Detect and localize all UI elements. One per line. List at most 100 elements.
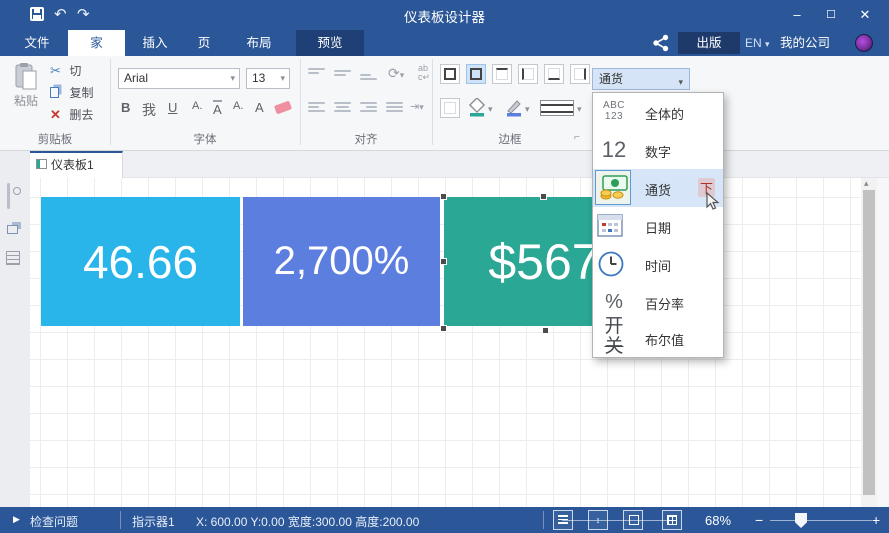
option-label: 布尔值 (645, 330, 684, 349)
indicator-tile-2[interactable]: 2,700% (243, 197, 440, 326)
play-check-icon[interactable]: ▶ (13, 514, 20, 525)
zoom-slider-thumb[interactable] (795, 513, 807, 528)
avatar[interactable] (855, 34, 873, 52)
panel-handle-icon[interactable] (7, 183, 10, 209)
clear-format-eraser-icon[interactable] (274, 101, 292, 115)
publish-button[interactable]: 出版 (678, 32, 740, 54)
dashboard-tab[interactable]: 仪表板1 (27, 151, 123, 178)
close-button[interactable]: ✕ (854, 5, 876, 25)
border-color-button[interactable] (505, 98, 523, 118)
abc123-icon: ABC123 (597, 96, 631, 128)
selection-handle[interactable] (540, 193, 547, 200)
tab-preview[interactable]: 预览 (296, 30, 364, 56)
format-option-time[interactable]: 时间 (593, 245, 723, 283)
chevron-down-icon[interactable]: ▾ (525, 104, 530, 115)
format-option-boolean[interactable]: 开关 布尔值 (593, 321, 723, 355)
bold-button[interactable]: B (121, 100, 130, 115)
chevron-down-icon[interactable]: ▾ (488, 104, 493, 115)
paste-button[interactable]: 粘贴 (6, 60, 46, 124)
vertical-scrollbar[interactable]: ▴ (861, 178, 877, 507)
tab-file[interactable]: 文件 (14, 30, 60, 56)
calendar-icon (597, 213, 631, 245)
pen-icon (505, 98, 523, 118)
tab-layout[interactable]: 布局 (236, 30, 282, 56)
format-option-number[interactable]: 12 数字 (593, 131, 723, 169)
check-issues-label[interactable]: 检查问题 (30, 513, 78, 530)
scroll-up-icon[interactable]: ▴ (864, 178, 869, 189)
view-fit-page-button[interactable] (623, 510, 643, 530)
cut-button[interactable]: ✂ 切 (50, 62, 81, 80)
borders-group-label: 边框 (460, 131, 560, 147)
align-bottom-icon[interactable] (360, 74, 377, 86)
option-label: 日期 (645, 218, 671, 237)
tab-home[interactable]: 家 (68, 30, 125, 56)
paint-bucket-icon (468, 98, 486, 118)
tree-list-icon[interactable] (6, 251, 20, 265)
border-bottom-button[interactable] (544, 64, 564, 84)
view-mode-list-button[interactable] (553, 510, 573, 530)
tab-insert[interactable]: 插入 (132, 30, 178, 56)
maximize-button[interactable]: ☐ (820, 5, 842, 25)
selection-handle[interactable] (542, 327, 549, 334)
align-center-icon[interactable] (334, 102, 351, 114)
border-right-button[interactable] (570, 64, 590, 84)
border-style-button[interactable] (540, 100, 574, 116)
copy-button[interactable]: 复制 (50, 84, 93, 102)
delete-button[interactable]: ✕ 删去 (50, 106, 93, 124)
ribbon: 粘贴 ✂ 切 复制 ✕ 删去 剪贴板 Arial ▾ 13 ▾ B 我 U A.… (0, 56, 889, 151)
font-family-select[interactable]: Arial ▾ (118, 68, 240, 89)
strike-button[interactable]: A (213, 100, 222, 117)
design-canvas[interactable]: 46.66 2,700% $567 (30, 178, 862, 507)
grow-font-button[interactable]: A. (233, 100, 243, 112)
border-top-button[interactable] (492, 64, 512, 84)
align-left-icon[interactable] (308, 102, 325, 114)
delete-label: 删去 (69, 108, 93, 122)
share-icon[interactable] (652, 34, 670, 52)
border-all-button[interactable] (440, 64, 460, 84)
border-none-button[interactable] (440, 98, 460, 118)
align-top-icon[interactable] (308, 68, 325, 80)
selection-handle[interactable] (440, 193, 447, 200)
selection-handle[interactable] (440, 258, 447, 265)
number-format-select[interactable]: 通货 ▾ (592, 68, 690, 90)
align-justify-icon[interactable] (386, 102, 403, 114)
app-title: 仪表板设计器 (0, 6, 889, 26)
windows-panel-icon[interactable] (7, 225, 18, 234)
titlebar: ↶ ↷ 仪表板设计器 – ☐ ✕ (0, 0, 889, 30)
format-option-general[interactable]: ABC123 全体的 (593, 93, 723, 131)
zoom-slider-track[interactable] (770, 520, 872, 522)
fill-color-button[interactable] (468, 98, 486, 118)
language-selector[interactable]: EN ▾ (745, 30, 770, 56)
statusbar: ▶ 检查问题 指示器1 X: 600.00 Y:0.00 宽度:300.00 高… (0, 507, 889, 533)
font-color-button[interactable]: A. (192, 100, 202, 112)
zoom-in-button[interactable]: + (872, 507, 880, 533)
viewmode-connector (562, 520, 677, 522)
minimize-button[interactable]: – (786, 5, 808, 25)
position-info: X: 600.00 Y:0.00 宽度:300.00 高度:200.00 (196, 513, 419, 530)
view-fit-height-button[interactable]: ↕ (588, 510, 608, 530)
align-middle-icon[interactable] (334, 70, 351, 82)
chevron-down-icon[interactable]: ▾ (577, 104, 582, 115)
align-right-icon[interactable] (360, 102, 377, 114)
indicator-tile-1[interactable]: 46.66 (41, 197, 240, 326)
font-size-select[interactable]: 13 ▾ (246, 68, 290, 89)
mouse-cursor-icon (703, 192, 719, 212)
zoom-out-button[interactable]: − (755, 507, 763, 533)
italic-button[interactable]: 我 (142, 100, 156, 120)
company-name[interactable]: 我的公司 (780, 30, 830, 56)
dialog-launcher-icon[interactable]: ⌐ (574, 132, 580, 143)
tab-page[interactable]: 页 (184, 30, 224, 56)
spacing-icon[interactable]: ⇥▾ (410, 100, 424, 113)
shrink-font-button[interactable]: A (255, 100, 264, 115)
format-option-date[interactable]: 日期 (593, 207, 723, 245)
rotate-text-icon[interactable]: ⟳▾ (388, 65, 404, 82)
selection-handle[interactable] (440, 325, 447, 332)
border-outside-button[interactable] (466, 64, 486, 84)
currency-icon (599, 174, 633, 206)
statusbar-divider (120, 511, 121, 529)
underline-button[interactable]: U (168, 100, 177, 115)
scrollbar-thumb[interactable] (863, 190, 875, 495)
wrap-text-icon[interactable]: abc↵ (418, 64, 430, 82)
border-left-button[interactable] (518, 64, 538, 84)
view-actual-size-button[interactable] (662, 510, 682, 530)
